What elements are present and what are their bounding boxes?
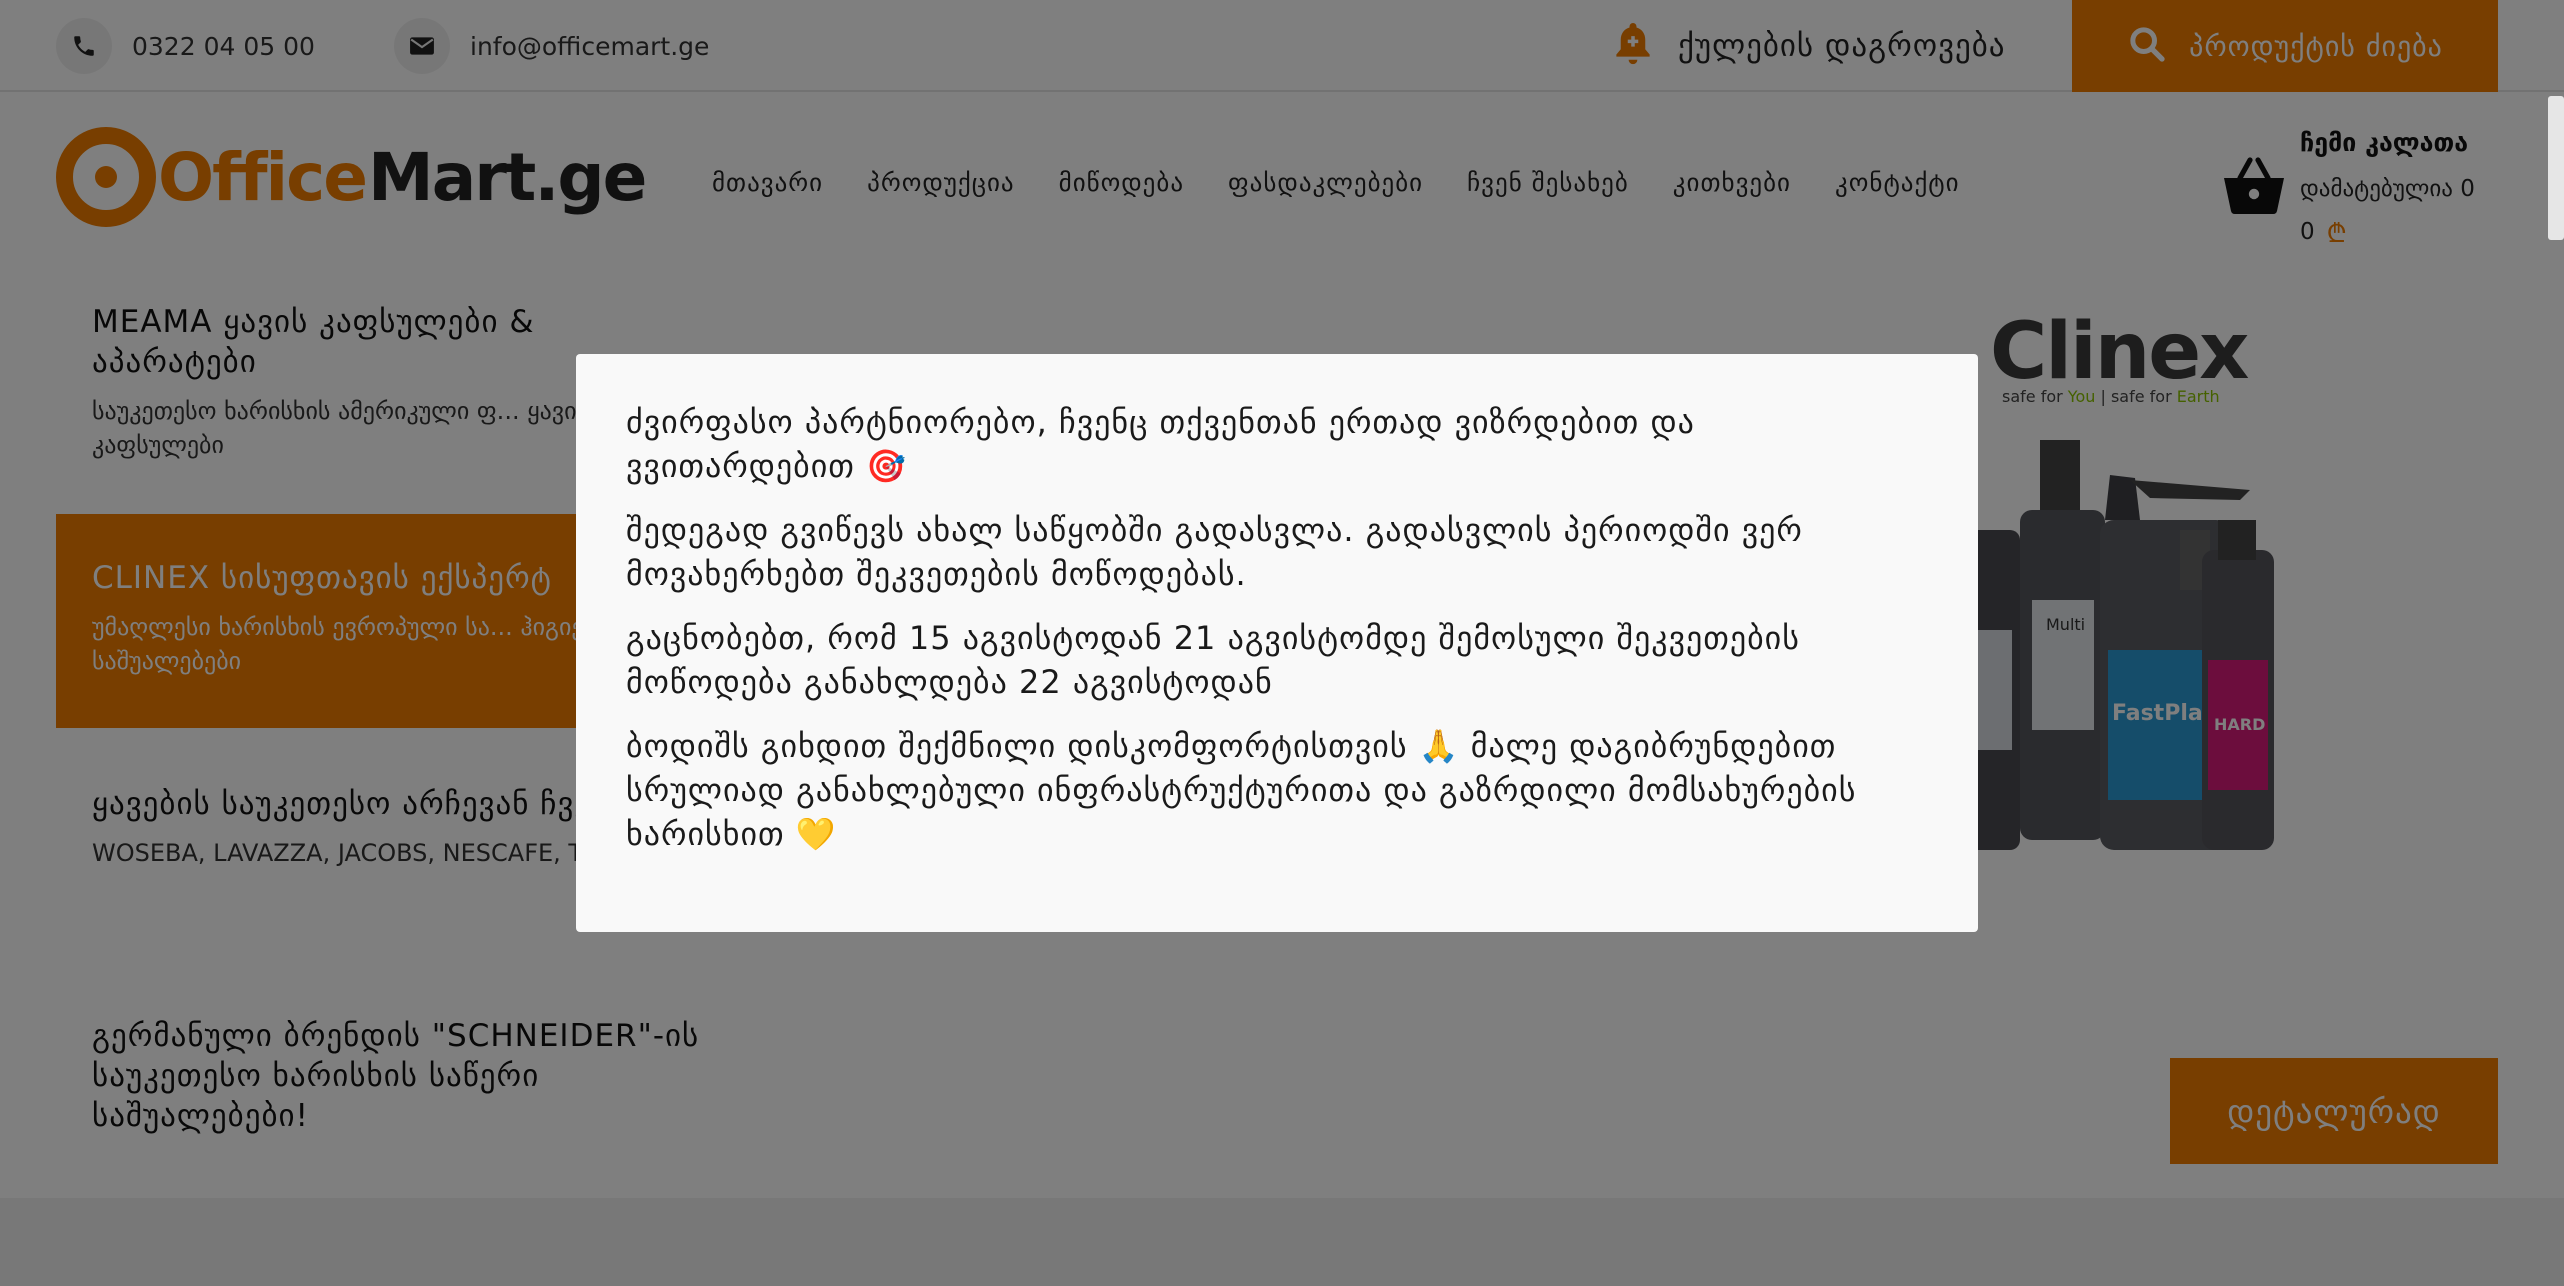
announcement-modal: ძვირფასო პარტნიორებო, ჩვენც თქვენთან ერთ… <box>576 354 1978 932</box>
modal-paragraph: ბოდიშს გიხდით შექმნილი დისკომფორტისთვის … <box>626 727 1857 853</box>
modal-paragraph: გაცნობებთ, რომ 15 აგვისტოდან 21 აგვისტომ… <box>626 619 1800 701</box>
page-scrollbar[interactable] <box>2548 96 2564 240</box>
modal-paragraph: ძვირფასო პარტნიორებო, ჩვენც თქვენთან ერთ… <box>626 403 1695 485</box>
modal-paragraph: შედეგად გვიწევს ახალ საწყობში გადასვლა. … <box>626 511 1803 593</box>
